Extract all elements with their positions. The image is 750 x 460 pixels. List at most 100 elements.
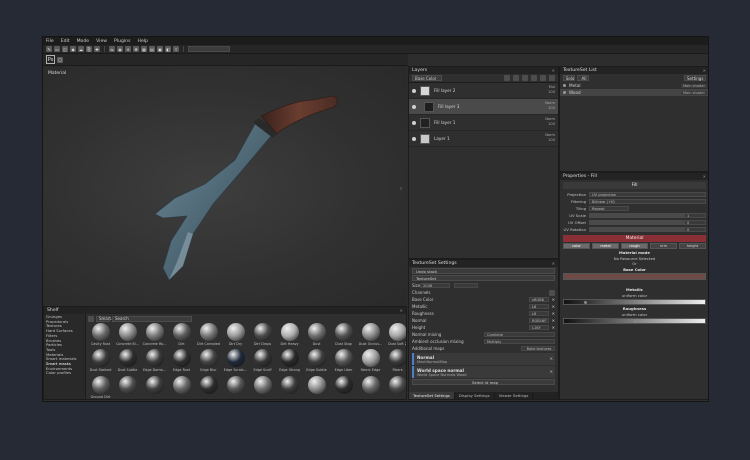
add-channel-icon[interactable] bbox=[549, 289, 555, 296]
shelf-item[interactable]: Ground Dirt bbox=[88, 375, 113, 399]
shelf-item[interactable] bbox=[385, 375, 406, 399]
shelf-item[interactable]: Fibers bbox=[385, 349, 406, 374]
uv-offset-value[interactable]: 0 bbox=[684, 220, 706, 225]
map-item-world-normal[interactable]: World space normal World Space Normals Wo… bbox=[412, 366, 555, 378]
ambient-select[interactable]: Multiply bbox=[484, 339, 555, 344]
shelf-item[interactable]: Dust Occlus... bbox=[358, 323, 383, 348]
layer-blend[interactable]: Norm 100 bbox=[545, 101, 555, 111]
shelf-item[interactable]: Edge Uber bbox=[331, 349, 356, 374]
eraser-icon[interactable]: ▭ bbox=[54, 46, 60, 52]
filter-tag[interactable]: Smart... bbox=[96, 315, 115, 322]
channel-format[interactable]: L8 bbox=[529, 304, 549, 309]
visibility-dot-icon[interactable] bbox=[563, 91, 566, 94]
projection-select[interactable]: UV projection bbox=[589, 192, 706, 197]
collapse-arrow-icon[interactable]: › bbox=[400, 186, 406, 192]
shelf-item[interactable]: Dirt Corroded bbox=[196, 323, 221, 348]
screenshot-icon[interactable]: ▣ bbox=[157, 46, 163, 52]
metallic-slider[interactable] bbox=[563, 299, 706, 305]
material-section-header[interactable]: Material bbox=[563, 235, 706, 242]
photoshop-icon[interactable]: Ps bbox=[46, 55, 55, 64]
shelf-item[interactable] bbox=[277, 375, 302, 399]
eye-icon[interactable] bbox=[412, 104, 416, 109]
add-folder-icon[interactable] bbox=[540, 75, 546, 81]
base-color-swatch[interactable] bbox=[563, 273, 706, 280]
channel-toggle-nrm[interactable]: nrm bbox=[650, 243, 677, 249]
shelf-item[interactable] bbox=[331, 375, 356, 399]
roughness-slider[interactable] bbox=[563, 318, 706, 324]
all-button[interactable]: All bbox=[577, 75, 589, 81]
shelf-item[interactable] bbox=[250, 375, 275, 399]
size-select[interactable]: 2048 bbox=[420, 283, 450, 288]
uv-offset-slider[interactable] bbox=[589, 220, 684, 225]
remove-channel-icon[interactable]: ✕ bbox=[549, 297, 555, 302]
textureset-item-wood[interactable]: Wood Main shader bbox=[560, 89, 708, 96]
menu-edit[interactable]: Edit bbox=[61, 39, 70, 44]
channel-format[interactable]: L8 bbox=[529, 311, 549, 316]
layer-row[interactable]: Fill layer 1 Norm 100 bbox=[409, 115, 558, 131]
shelf-item[interactable]: Dirt Dry bbox=[223, 323, 248, 348]
menu-mode[interactable]: Mode bbox=[77, 39, 90, 44]
add-fill-layer-icon[interactable] bbox=[504, 75, 510, 81]
shelf-item[interactable]: Dirt Heavy bbox=[277, 323, 302, 348]
tiling-select[interactable]: Repeat bbox=[589, 206, 629, 211]
channel-select[interactable]: Base Color bbox=[412, 75, 442, 81]
textureset-field[interactable]: TextureSet bbox=[412, 275, 555, 281]
shelf-category-item[interactable]: Color profiles bbox=[46, 371, 83, 376]
remove-channel-icon[interactable]: ✕ bbox=[549, 311, 555, 316]
solo-button[interactable]: Solo bbox=[563, 75, 575, 81]
close-icon[interactable]: ✕ bbox=[400, 308, 403, 313]
close-icon[interactable]: ✕ bbox=[552, 261, 555, 266]
slider-handle[interactable] bbox=[584, 301, 587, 304]
filter-icon[interactable] bbox=[88, 315, 94, 322]
bake-textures-button[interactable]: Bake textures bbox=[521, 346, 555, 351]
add-effect-icon[interactable] bbox=[531, 75, 537, 81]
tab-viewer-settings[interactable]: Viewer Settings bbox=[495, 392, 534, 399]
shelf-item[interactable]: Edge Strong bbox=[277, 349, 302, 374]
close-icon[interactable]: ✕ bbox=[703, 68, 706, 73]
toolbar-value-field[interactable] bbox=[188, 46, 230, 52]
shelf-item[interactable]: Dust Soft 2 bbox=[385, 323, 406, 348]
shelf-item[interactable]: Concrete Ro... bbox=[142, 323, 167, 348]
channel-format[interactable]: sRGB8 bbox=[529, 297, 549, 302]
export-icon[interactable]: ⇪ bbox=[173, 46, 179, 52]
shelf-search-input[interactable]: Search bbox=[112, 315, 192, 322]
remove-channel-icon[interactable]: ✕ bbox=[549, 325, 555, 330]
shader-select[interactable]: Main shader bbox=[680, 83, 707, 88]
shelf-item[interactable]: Dust bbox=[304, 323, 329, 348]
shelf-item[interactable]: Dust Stop bbox=[331, 323, 356, 348]
layer-row[interactable]: Fill layer 3 Norm 100 bbox=[409, 99, 558, 115]
remove-channel-icon[interactable]: ✕ bbox=[549, 318, 555, 323]
filtering-select[interactable]: Bilinear | HQ bbox=[589, 199, 706, 204]
shelf-item[interactable]: Edge Subtle bbox=[304, 349, 329, 374]
tab-textureset-settings[interactable]: TextureSet Settings bbox=[409, 392, 455, 399]
shelf-item[interactable]: Fabric Edge bbox=[358, 349, 383, 374]
shelf-item[interactable]: Edge Blur bbox=[196, 349, 221, 374]
layer-row[interactable]: Fill layer 2 Mul 100 bbox=[409, 83, 558, 99]
map-item-normal[interactable]: Normal MeshNormalMap ✕ bbox=[412, 353, 555, 365]
channel-format[interactable]: L16F bbox=[529, 325, 549, 330]
material-picker-icon[interactable]: ✚ bbox=[94, 46, 100, 52]
delete-layer-icon[interactable] bbox=[549, 75, 555, 81]
shelf-item[interactable] bbox=[142, 375, 167, 399]
uv-scale-value[interactable]: 1 bbox=[684, 213, 706, 218]
shelf-item[interactable]: Dust Stained bbox=[88, 349, 113, 374]
layer-blend[interactable]: Norm 100 bbox=[545, 117, 555, 127]
tab-display-settings[interactable]: Display Settings bbox=[455, 392, 495, 399]
remove-map-icon[interactable]: ✕ bbox=[550, 356, 553, 361]
menu-plugins[interactable]: Plugins bbox=[114, 39, 130, 44]
close-icon[interactable]: ✕ bbox=[703, 174, 706, 179]
fill-header[interactable]: Fill bbox=[563, 182, 706, 189]
shader-select[interactable]: Main shader bbox=[680, 90, 707, 95]
view-mode-icon[interactable]: ▦ bbox=[141, 46, 147, 52]
add-mask-icon[interactable] bbox=[522, 75, 528, 81]
textureset-item-metal[interactable]: Metal Main shader bbox=[560, 82, 708, 89]
lighting-icon[interactable]: ☀ bbox=[125, 46, 131, 52]
add-layer-icon[interactable] bbox=[513, 75, 519, 81]
grid-icon[interactable]: ▤ bbox=[149, 46, 155, 52]
shelf-item[interactable]: Dirt Drops bbox=[250, 323, 275, 348]
remove-map-icon[interactable]: ✕ bbox=[550, 369, 553, 374]
camera-icon[interactable]: ◉ bbox=[117, 46, 123, 52]
undo-stack-button[interactable]: Undo stack bbox=[412, 268, 555, 274]
shelf-item[interactable] bbox=[196, 375, 221, 399]
select-id-map-button[interactable]: Select id map bbox=[412, 379, 555, 385]
